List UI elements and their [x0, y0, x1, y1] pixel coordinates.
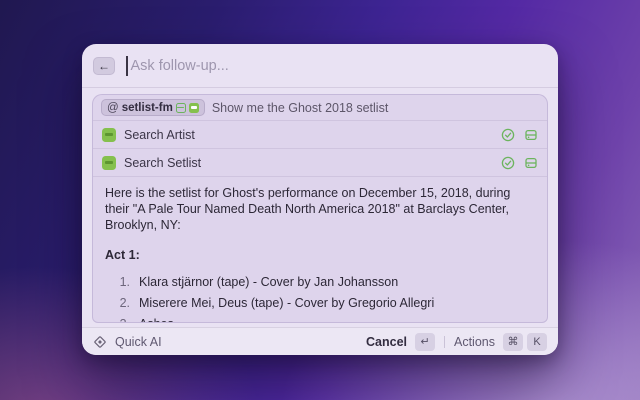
status-bar: Quick AI Cancel ↵ Actions ⌘ K: [82, 327, 558, 355]
cancel-button[interactable]: Cancel: [366, 335, 407, 349]
setlist-fm-mention-badge[interactable]: @ setlist-fm: [101, 99, 205, 116]
k-key-badge: K: [527, 333, 547, 351]
setlist-fm-app-icon: [102, 128, 116, 142]
back-arrow-icon: ←: [98, 59, 110, 73]
output-drive-icon[interactable]: [524, 156, 538, 170]
song-number: 1.: [113, 274, 130, 290]
song-number: 3.: [113, 316, 130, 322]
setlist-fm-app-icon: [102, 156, 116, 170]
quick-ai-window: ← Ask follow-up... @ setlist-fm Show me …: [82, 44, 558, 355]
user-query-row: @ setlist-fm Show me the Ghost 2018 setl…: [93, 95, 547, 121]
cmd-key-badge: ⌘: [503, 333, 523, 351]
ai-response: Here is the setlist for Ghost's performa…: [93, 177, 547, 322]
mention-name: setlist-fm: [122, 102, 173, 114]
tool-row-search-artist[interactable]: Search Artist: [93, 121, 547, 149]
setlist-fm-outline-icon: [176, 103, 186, 113]
at-symbol: @: [107, 102, 119, 114]
setlist-fm-app-icon: [189, 103, 199, 113]
text-caret: [126, 56, 128, 76]
song-title: Ashes: [139, 316, 174, 322]
tool-row-search-setlist[interactable]: Search Setlist: [93, 149, 547, 177]
back-button[interactable]: ←: [93, 57, 115, 75]
follow-up-input-bar: ← Ask follow-up...: [82, 44, 558, 88]
quick-ai-diamond-icon: [93, 335, 107, 349]
user-query-text: Show me the Ghost 2018 setlist: [212, 101, 388, 115]
follow-up-input[interactable]: Ask follow-up...: [131, 58, 229, 74]
actions-button[interactable]: Actions: [454, 335, 495, 349]
footer-divider: [444, 336, 445, 348]
check-circle-icon: [501, 156, 515, 170]
return-key-badge: ↵: [415, 333, 435, 351]
tool-label: Search Artist: [124, 128, 501, 142]
song-title: Klara stjärnor (tape) - Cover by Jan Joh…: [139, 274, 398, 290]
quick-ai-label: Quick AI: [115, 335, 162, 349]
quick-ai-label-group: Quick AI: [93, 335, 162, 349]
list-item: 3. Ashes: [105, 316, 535, 322]
output-drive-icon[interactable]: [524, 128, 538, 142]
tool-label: Search Setlist: [124, 156, 501, 170]
response-paragraph: Here is the setlist for Ghost's performa…: [105, 185, 535, 233]
list-item: 1. Klara stjärnor (tape) - Cover by Jan …: [105, 274, 535, 290]
list-item: 2. Miserere Mei, Deus (tape) - Cover by …: [105, 295, 535, 311]
conversation-card: @ setlist-fm Show me the Ghost 2018 setl…: [92, 94, 548, 323]
song-number: 2.: [113, 295, 130, 311]
act-heading: Act 1:: [105, 247, 535, 263]
song-title: Miserere Mei, Deus (tape) - Cover by Gre…: [139, 295, 434, 311]
check-circle-icon: [501, 128, 515, 142]
